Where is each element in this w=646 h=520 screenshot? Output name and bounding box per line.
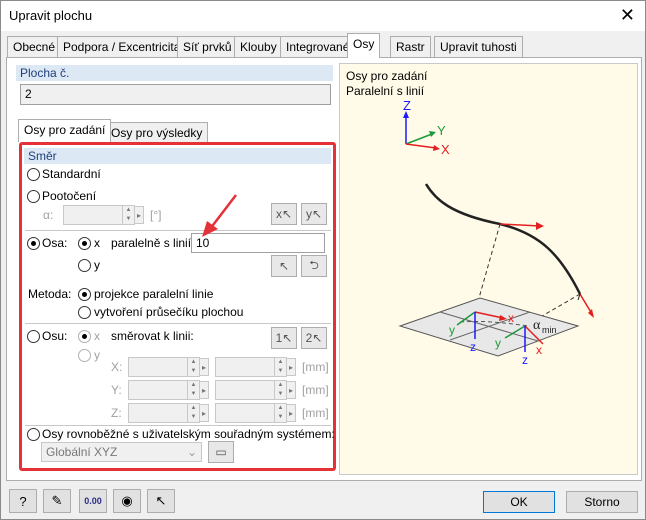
local-x-label-2: x: [536, 343, 542, 357]
axis-y-label: y: [94, 258, 100, 272]
coord-x-label: X:: [111, 360, 123, 374]
tab-upravit-tuhosti[interactable]: Upravit tuhosti: [434, 36, 523, 57]
axis2-label: Osu:: [42, 329, 68, 343]
ucs-select-value: Globální XYZ: [46, 445, 118, 459]
tab-sit-prvku[interactable]: Síť prvků: [177, 36, 238, 57]
ucs-manage-icon[interactable]: ▭: [208, 441, 234, 463]
radio-ucs[interactable]: [27, 428, 40, 441]
ucs-select[interactable]: Globální XYZ ⌄: [41, 442, 202, 462]
method-projection-label: projekce paralelní linie: [94, 287, 214, 301]
pick-point-1-icon[interactable]: 1↖: [271, 327, 297, 349]
select-icon[interactable]: ↖: [147, 489, 175, 513]
separator: [25, 425, 331, 426]
radio-rotation[interactable]: [27, 190, 40, 203]
dialog-window: Upravit plochu ✕ Obecné Podpora / Excent…: [0, 0, 646, 520]
alpha-input[interactable]: ▲ ▼ ▸: [63, 205, 144, 225]
coord-y-label: Y:: [111, 383, 122, 397]
alpha-min-subscript: min: [542, 325, 557, 335]
radio-axis2-x[interactable]: [78, 330, 91, 343]
chevron-down-icon: ⌄: [186, 445, 197, 459]
coord-z-label: Z:: [111, 406, 122, 420]
close-icon[interactable]: ✕: [620, 5, 635, 25]
rotation-label: Pootočení: [42, 189, 97, 203]
tab-klouby[interactable]: Klouby: [234, 36, 283, 57]
help-icon[interactable]: ?: [9, 489, 37, 513]
edit-icon[interactable]: ✎: [43, 489, 71, 513]
standard-label: Standardní: [42, 167, 101, 181]
axis-Z-label: Z: [403, 98, 411, 113]
view-icon[interactable]: ◉: [113, 489, 141, 513]
reverse-direction-icon[interactable]: ⮌: [301, 255, 327, 277]
method-intersection-label: vytvoření průsečíku plochou: [94, 305, 244, 319]
unit-mm: [mm]: [302, 360, 329, 374]
radio-axis[interactable]: [27, 237, 40, 250]
pick-line-icon[interactable]: ↖: [271, 255, 297, 277]
local-z-label-1: z: [470, 340, 476, 354]
alpha-min-label: α: [533, 318, 541, 333]
coord-y-2-input[interactable]: ▲ ▼ ▸: [215, 380, 296, 400]
coord-z-2-input[interactable]: ▲ ▼ ▸: [215, 403, 296, 423]
units-icon[interactable]: 0.00: [79, 489, 107, 513]
local-x-label-1: x: [508, 311, 514, 325]
radio-axis-y[interactable]: [78, 259, 91, 272]
method-label: Metoda:: [28, 287, 72, 301]
direct-to-line-label: směrovat k linii:: [111, 329, 194, 343]
direction-group-label: Směr: [24, 148, 331, 164]
axis-label: Osa:: [42, 236, 68, 250]
radio-axis-direct[interactable]: [27, 330, 40, 343]
coord-x-1-input[interactable]: ▲ ▼ ▸: [128, 357, 209, 377]
local-y-label-1: y: [449, 323, 455, 337]
local-z-label-2: z: [522, 353, 528, 367]
unit-mm: [mm]: [302, 406, 329, 420]
units-icon-label: 0.00: [84, 496, 102, 506]
tab-rastr[interactable]: Rastr: [390, 36, 431, 57]
tab-integrovane[interactable]: Integrované: [280, 36, 356, 57]
axes-diagram: Osy pro zadání Paralelní s linií Z Y X x…: [339, 63, 638, 475]
separator: [25, 323, 331, 324]
coord-x-2-input[interactable]: ▲ ▼ ▸: [215, 357, 296, 377]
radio-axis-x[interactable]: [78, 237, 91, 250]
alpha-unit: [°]: [150, 208, 162, 222]
ucs-label: Osy rovnoběžné s uživatelským souřadným …: [42, 427, 335, 441]
tab-obecne[interactable]: Obecné: [7, 36, 62, 57]
pick-rotation-y-icon[interactable]: y↖: [301, 203, 327, 225]
tab-osy[interactable]: Osy: [347, 33, 381, 58]
separator: [25, 230, 331, 231]
pick-point-2-icon[interactable]: 2↖: [301, 327, 327, 349]
local-y-label-2: y: [495, 336, 501, 350]
surface-label: Plocha č.: [16, 65, 333, 81]
alpha-label: α:: [43, 208, 54, 222]
axis2-y-label: y: [94, 348, 100, 362]
axis-Y-label: Y: [437, 123, 446, 138]
parallel-label: paralelně s linií:: [111, 236, 195, 250]
radio-method-projection[interactable]: [78, 288, 91, 301]
surface-number-field[interactable]: 2: [20, 84, 331, 105]
title-bar: Upravit plochu ✕: [1, 1, 645, 31]
coord-z-1-input[interactable]: ▲ ▼ ▸: [128, 403, 209, 423]
axis2-x-label: x: [94, 329, 100, 343]
annotation-arrow-icon: [202, 194, 237, 237]
axis-x-label: x: [94, 236, 100, 250]
subtab-osy-pro-vysledky[interactable]: Osy pro výsledky: [105, 122, 209, 142]
axis-X-label: X: [441, 142, 450, 157]
subtab-osy-pro-zadani[interactable]: Osy pro zadání: [18, 119, 112, 142]
tab-podpora[interactable]: Podpora / Excentricita: [57, 36, 187, 57]
window-title: Upravit plochu: [9, 8, 93, 23]
ok-button[interactable]: OK: [483, 491, 555, 513]
cancel-button[interactable]: Storno: [566, 491, 638, 513]
coord-y-1-input[interactable]: ▲ ▼ ▸: [128, 380, 209, 400]
unit-mm: [mm]: [302, 383, 329, 397]
radio-axis2-y[interactable]: [78, 349, 91, 362]
radio-standard[interactable]: [27, 168, 40, 181]
radio-method-intersection[interactable]: [78, 306, 91, 319]
axes-diagram-svg: Z Y X x y z x y z α min: [398, 98, 594, 367]
